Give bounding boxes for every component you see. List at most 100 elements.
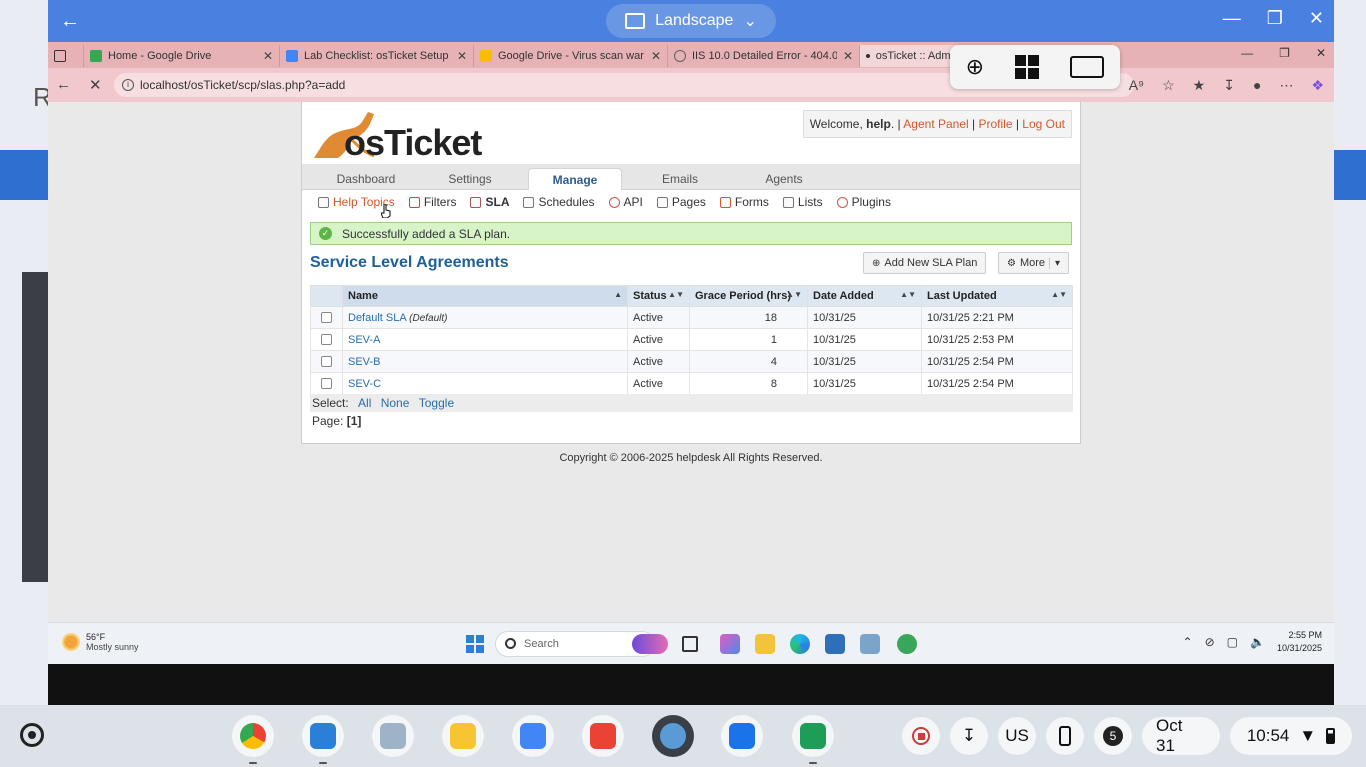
- close-icon[interactable]: ✕: [1316, 46, 1326, 60]
- tab-lab-checklist[interactable]: Lab Checklist: osTicket Setup - Go ✕: [280, 45, 474, 67]
- select-toggle-link[interactable]: Toggle: [419, 396, 454, 410]
- tab-manage[interactable]: Manage: [528, 168, 622, 190]
- screen-record-button[interactable]: [902, 717, 940, 755]
- osticket-logo[interactable]: osTicket: [308, 106, 482, 163]
- more-button[interactable]: ⚙ More ▾: [998, 252, 1070, 274]
- favorites-bar-icon[interactable]: ★: [1193, 77, 1206, 94]
- select-all-link[interactable]: All: [358, 396, 371, 410]
- tab-virus-scan[interactable]: Google Drive - Virus scan warning ✕: [474, 45, 668, 67]
- column-header-status[interactable]: Status ▲▼: [627, 285, 690, 307]
- status-tray[interactable]: 10:54 ▼: [1230, 717, 1352, 755]
- subnav-schedules[interactable]: Schedules: [523, 195, 595, 209]
- back-icon[interactable]: ←: [56, 76, 71, 94]
- windows-icon[interactable]: [1015, 55, 1040, 79]
- keep-app[interactable]: [442, 715, 484, 757]
- profile-link[interactable]: Profile: [978, 117, 1012, 131]
- task-view-icon[interactable]: [682, 636, 698, 652]
- zoom-in-icon[interactable]: ⊕: [966, 54, 984, 80]
- phone-hub-button[interactable]: [1046, 717, 1084, 755]
- tab-dashboard[interactable]: Dashboard: [324, 168, 408, 190]
- chevron-up-icon[interactable]: ⌃: [1183, 635, 1193, 649]
- subnav-api[interactable]: API: [608, 195, 643, 209]
- close-tab-icon[interactable]: ✕: [651, 49, 661, 63]
- file-explorer-icon[interactable]: [755, 634, 775, 654]
- launcher-icon[interactable]: [20, 723, 44, 747]
- screencast-app[interactable]: [652, 715, 694, 757]
- subnav-filters[interactable]: Filters: [408, 195, 456, 209]
- sla-name-link[interactable]: Default SLA: [348, 312, 406, 324]
- store-icon[interactable]: [825, 634, 845, 654]
- close-tab-icon[interactable]: ✕: [457, 49, 467, 63]
- input-method-button[interactable]: US: [998, 717, 1036, 755]
- widget-image-icon[interactable]: [632, 634, 668, 654]
- minimize-icon[interactable]: —: [1241, 46, 1253, 60]
- sla-name-link[interactable]: SEV-B: [348, 356, 380, 368]
- tab-osticket[interactable]: osTicket :: Admi: [860, 45, 960, 67]
- downloads-icon[interactable]: ↧: [1223, 77, 1235, 94]
- taskbar-search[interactable]: Search: [495, 631, 655, 657]
- tab-google-drive[interactable]: Home - Google Drive ✕: [84, 45, 280, 67]
- hs-app-icon[interactable]: [897, 634, 917, 654]
- sla-name-link[interactable]: SEV-A: [348, 334, 380, 346]
- sla-name-link[interactable]: SEV-C: [348, 378, 381, 390]
- copilot-app-icon[interactable]: [720, 634, 740, 654]
- orientation-selector[interactable]: Landscape ⌄: [606, 4, 776, 38]
- chrome-app[interactable]: [232, 715, 274, 757]
- copilot-icon[interactable]: ❖: [1311, 77, 1324, 94]
- subnav-lists[interactable]: Lists: [782, 195, 823, 209]
- minimize-icon[interactable]: —: [1223, 8, 1241, 29]
- notification-button[interactable]: 5: [1094, 717, 1132, 755]
- agent-panel-link[interactable]: Agent Panel: [903, 117, 968, 131]
- profile-icon[interactable]: ●: [1253, 77, 1261, 94]
- windows-start-icon[interactable]: [466, 635, 484, 653]
- subnav-plugins[interactable]: Plugins: [836, 195, 891, 209]
- weather-widget[interactable]: 56°F Mostly sunny: [62, 632, 139, 652]
- tab-settings[interactable]: Settings: [428, 168, 512, 190]
- subnav-pages[interactable]: Pages: [656, 195, 706, 209]
- files-app[interactable]: [721, 715, 763, 757]
- remote-desktop-app[interactable]: [372, 715, 414, 757]
- windows-app[interactable]: [302, 715, 344, 757]
- tab-emails[interactable]: Emails: [638, 168, 722, 190]
- tab-iis-error[interactable]: IIS 10.0 Detailed Error - 404.0 - N ✕: [668, 45, 860, 67]
- calculator-app[interactable]: [792, 715, 834, 757]
- more-icon[interactable]: ⋯: [1279, 77, 1293, 94]
- row-checkbox[interactable]: [321, 312, 332, 323]
- subnav-forms[interactable]: Forms: [719, 195, 769, 209]
- info-icon[interactable]: i: [122, 79, 134, 91]
- date-tray[interactable]: Oct 31: [1142, 716, 1220, 755]
- edge-icon[interactable]: [790, 634, 810, 654]
- row-checkbox[interactable]: [321, 378, 332, 389]
- row-checkbox[interactable]: [321, 356, 332, 367]
- add-new-sla-button[interactable]: ⊕ Add New SLA Plan: [863, 252, 987, 274]
- subnav-sla[interactable]: SLA: [470, 195, 509, 209]
- tab-agents[interactable]: Agents: [742, 168, 826, 190]
- close-tab-icon[interactable]: ✕: [263, 49, 273, 63]
- eye-off-icon[interactable]: ⊘: [1205, 635, 1215, 649]
- tote-button[interactable]: ↧: [950, 717, 988, 755]
- read-aloud-icon[interactable]: A⁹: [1129, 77, 1144, 94]
- restore-icon[interactable]: ❐: [1267, 8, 1283, 29]
- stop-icon[interactable]: ✕: [89, 76, 102, 94]
- column-header-grace-period[interactable]: Grace Period (hrs) ▲▼: [689, 285, 808, 307]
- logout-link[interactable]: Log Out: [1022, 117, 1065, 131]
- column-header-last-updated[interactable]: Last Updated ▲▼: [921, 285, 1073, 307]
- back-arrow-icon[interactable]: ←: [60, 10, 80, 33]
- maximize-icon[interactable]: ❐: [1279, 46, 1290, 60]
- current-page[interactable]: [1]: [347, 414, 362, 428]
- tab-actions-icon[interactable]: [48, 45, 84, 67]
- network-icon[interactable]: ▢: [1227, 635, 1238, 649]
- column-header-date-added[interactable]: Date Added ▲▼: [807, 285, 922, 307]
- select-none-link[interactable]: None: [381, 396, 410, 410]
- favorite-icon[interactable]: ☆: [1162, 77, 1175, 94]
- close-icon[interactable]: ✕: [1309, 8, 1324, 29]
- taskbar-clock[interactable]: 2:55 PM 10/31/2025: [1277, 629, 1322, 655]
- column-header-name[interactable]: Name ▲: [342, 285, 628, 307]
- volume-icon[interactable]: 🔈: [1250, 635, 1265, 649]
- row-checkbox[interactable]: [321, 334, 332, 345]
- gmail-app[interactable]: [582, 715, 624, 757]
- network-app-icon[interactable]: [860, 634, 880, 654]
- keyboard-icon[interactable]: [1070, 56, 1105, 78]
- close-tab-icon[interactable]: ✕: [843, 49, 853, 63]
- calendar-app[interactable]: [512, 715, 554, 757]
